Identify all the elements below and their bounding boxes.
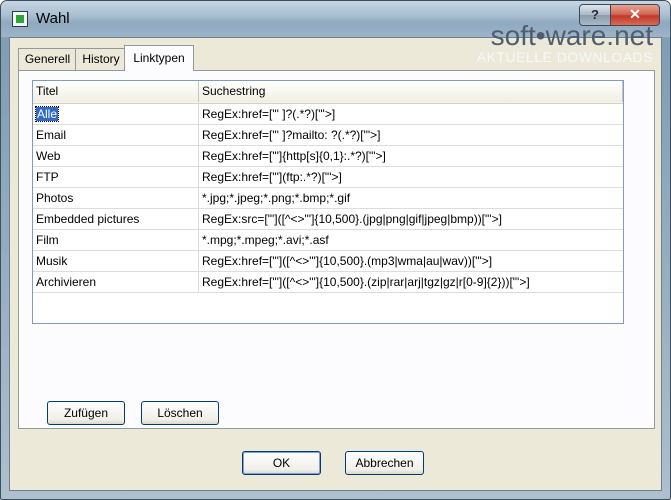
window-title: Wahl	[36, 10, 70, 27]
cell-suchestring: RegEx:href=["' ]?(.*?)["'>]	[202, 107, 336, 121]
table-row[interactable]: Email RegEx:href=["' ]?mailto: ?(.*?)["'>…	[33, 125, 623, 146]
table-row[interactable]: Embedded pictures RegEx:src=["']([^<>"']{…	[33, 209, 623, 230]
table-row[interactable]: Musik RegEx:href=["']([^<>"']{10,500}.(mp…	[33, 251, 623, 272]
tab-history[interactable]: History	[75, 48, 127, 70]
cell-suchestring: RegEx:href=["' ]?mailto: ?(.*?)["'>]	[202, 128, 381, 142]
column-header-titel[interactable]: Titel	[33, 81, 199, 102]
table-row[interactable]: Photos *.jpg;*.jpeg;*.png;*.bmp;*.gif	[33, 188, 623, 209]
cell-titel: Archivieren	[33, 272, 199, 292]
watermark-brand: soft•ware.net	[490, 20, 653, 51]
ok-button[interactable]: OK	[242, 451, 321, 475]
cell-titel-text: Film	[36, 233, 59, 247]
dialog-client-area: Generell History Linktypen Titel Suchest…	[9, 37, 662, 491]
watermark-subtitle: AKTUELLE DOWNLOADS	[476, 49, 653, 65]
cell-suchestring: RegEx:href=["'](ftp:.*?)["'>]	[202, 170, 342, 184]
tab-generell[interactable]: Generell	[18, 48, 77, 70]
cell-titel-text: Alle	[34, 106, 60, 122]
app-icon	[12, 11, 28, 27]
table-header: Titel Suchestring	[33, 81, 623, 104]
cell-suchestring: *.mpg;*.mpeg;*.avi;*.asf	[202, 233, 329, 247]
cell-titel-text: Photos	[36, 191, 74, 205]
cell-titel-text: Web	[36, 149, 61, 163]
linktypes-table[interactable]: Titel Suchestring Alle RegEx:href=["' ]?(…	[32, 80, 624, 324]
delete-button[interactable]: Löschen	[141, 401, 219, 425]
linktypen-panel: Titel Suchestring Alle RegEx:href=["' ]?(…	[18, 70, 655, 429]
cell-titel: Musik	[33, 251, 199, 271]
cell-titel: Film	[33, 230, 199, 250]
table-row[interactable]: Film *.mpg;*.mpeg;*.avi;*.asf	[33, 230, 623, 251]
cell-titel-text: Musik	[36, 254, 68, 268]
cell-titel: Web	[33, 146, 199, 166]
table-row[interactable]: FTP RegEx:href=["'](ftp:.*?)["'>]	[33, 167, 623, 188]
watermark-logo: soft•ware.net AKTUELLE DOWNLOADS	[476, 20, 653, 66]
add-button[interactable]: Zufügen	[47, 401, 125, 425]
cell-titel: Embedded pictures	[33, 209, 199, 229]
cancel-button[interactable]: Abbrechen	[345, 451, 424, 475]
cell-suchestring: RegEx:href=["']{http[s]{0,1}:.*?)["'>]	[202, 149, 386, 163]
cell-titel-text: Archivieren	[36, 275, 97, 289]
table-row[interactable]: Archivieren RegEx:href=["']([^<>"']{10,50…	[33, 272, 623, 293]
dialog-window: Wahl ? ✕ Generell History Linktypen Tite…	[0, 0, 671, 500]
cell-titel: Alle	[33, 104, 199, 124]
tab-linktypen[interactable]: Linktypen	[124, 45, 194, 71]
cell-titel: Photos	[33, 188, 199, 208]
cell-suchestring: RegEx:href=["']([^<>"']{10,500}.(zip|rar…	[202, 275, 530, 289]
cell-titel-text: Embedded pictures	[36, 212, 140, 226]
cell-suchestring: RegEx:src=["']([^<>"']{10,500}.(jpg|png|…	[202, 212, 502, 226]
table-row[interactable]: Alle RegEx:href=["' ]?(.*?)["'>]	[33, 104, 623, 125]
column-header-suchestring[interactable]: Suchestring	[199, 81, 623, 102]
table-row[interactable]: Web RegEx:href=["']{http[s]{0,1}:.*?)["'>…	[33, 146, 623, 167]
cell-titel: Email	[33, 125, 199, 145]
cell-titel: FTP	[33, 167, 199, 187]
cell-titel-text: Email	[36, 128, 67, 142]
cell-suchestring: RegEx:href=["']([^<>"']{10,500}.(mp3|wma…	[202, 254, 493, 268]
cell-suchestring: *.jpg;*.jpeg;*.png;*.bmp;*.gif	[202, 191, 351, 205]
cell-titel-text: FTP	[36, 170, 59, 184]
